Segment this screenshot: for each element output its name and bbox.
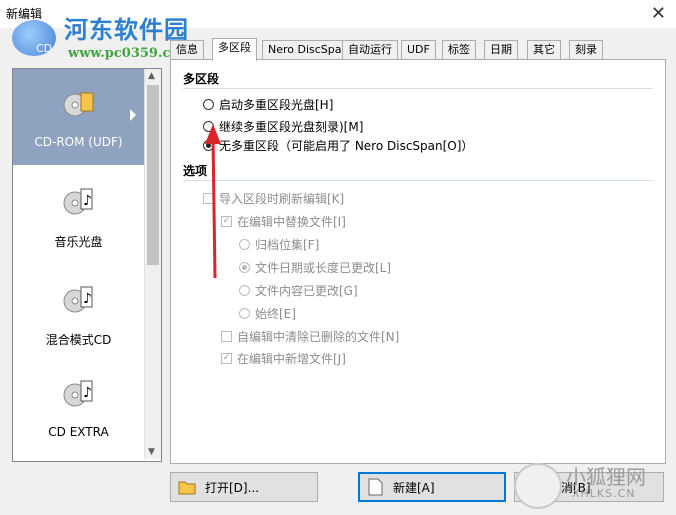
multisession-section-title: 多区段: [183, 72, 220, 86]
open-button[interactable]: 打开[D]...: [170, 472, 318, 502]
radio-archive-bit[interactable]: 归档位集[F]: [239, 236, 319, 253]
list-item-mixed-mode-cd[interactable]: ♪ 混合模式CD: [13, 265, 144, 361]
section-divider: [183, 88, 653, 89]
option-label: 文件日期或长度已更改[L]: [255, 261, 392, 275]
scroll-down-icon[interactable]: ▼: [148, 447, 155, 457]
new-button[interactable]: 新建[A]: [358, 472, 506, 502]
option-label: 无多重区段（可能启用了 Nero DiscSpan[O]）: [219, 139, 474, 153]
option-label: 自编辑中清除已删除的文件[N]: [237, 330, 400, 344]
tab-nero-discspan[interactable]: Nero DiscSpan: [262, 40, 355, 59]
svg-text:♪: ♪: [83, 193, 92, 209]
list-item-cdrom-udf[interactable]: CD-ROM (UDF): [13, 69, 144, 165]
tab-multisession[interactable]: 多区段: [212, 38, 257, 61]
radio-button[interactable]: [239, 262, 250, 273]
radio-content-changed[interactable]: 文件内容已更改[G]: [239, 282, 358, 299]
option-label: 文件内容已更改[G]: [255, 284, 358, 298]
option-label: 继续多重区段光盘刻录)[M]: [219, 120, 364, 134]
new-document-icon: [368, 478, 383, 496]
tab-autorun[interactable]: 自动运行: [342, 40, 398, 59]
option-label: 归档位集[F]: [255, 238, 320, 252]
checkbox-add-new-files[interactable]: ✓ 在编辑中新增文件[J]: [221, 350, 346, 367]
radio-always[interactable]: 始终[E]: [239, 305, 296, 322]
cd-extra-disc-icon: ♪: [63, 380, 93, 407]
fox-logo-icon: [514, 463, 562, 509]
list-item-audio-cd[interactable]: ♪ 音乐光盘: [13, 167, 144, 263]
checkbox-replace-files[interactable]: ✓ 在编辑中替换文件[I]: [221, 213, 346, 230]
list-item-label: 音乐光盘: [54, 235, 103, 249]
cdrom-udf-icon: [63, 92, 94, 117]
list-scrollbar[interactable]: ▲ ▼: [144, 69, 161, 459]
radio-date-or-length-changed[interactable]: 文件日期或长度已更改[L]: [239, 259, 391, 276]
chevron-right-icon: [130, 109, 136, 121]
radio-button[interactable]: [239, 239, 250, 250]
option-label: 启动多重区段光盘[H]: [219, 98, 334, 112]
tab-misc[interactable]: 其它: [527, 40, 561, 59]
list-item-label: CD-ROM (UDF): [34, 135, 123, 149]
watermark-cn: 小狐狸网: [566, 465, 646, 489]
option-label: 在编辑中新增文件[J]: [237, 352, 346, 366]
radio-button[interactable]: [239, 308, 250, 319]
close-icon[interactable]: ✕: [651, 3, 666, 24]
annotation-arrow-icon: [205, 124, 221, 279]
watermark-en: XHLKS.CN: [572, 487, 636, 500]
radio-button[interactable]: [239, 285, 250, 296]
radio-no-multisession[interactable]: 无多重区段（可能启用了 Nero DiscSpan[O]）: [203, 137, 473, 154]
new-button-label: 新建[A]: [393, 480, 435, 495]
multisession-panel: 多区段 启动多重区段光盘[H] 继续多重区段光盘刻录)[M] 无多重区段（可能启…: [170, 59, 666, 464]
checkbox-remove-deleted[interactable]: 自编辑中清除已删除的文件[N]: [221, 328, 399, 345]
tab-burn[interactable]: 刻录: [569, 40, 603, 59]
scrollbar-thumb[interactable]: [147, 85, 159, 265]
option-label: 始终[E]: [255, 307, 296, 321]
watermark-bottom: 小狐狸网 XHLKS.CN: [506, 461, 666, 509]
tab-date[interactable]: 日期: [484, 40, 518, 59]
radio-button[interactable]: [203, 99, 214, 110]
open-button-label: 打开[D]...: [205, 480, 260, 495]
radio-start-multisession[interactable]: 启动多重区段光盘[H]: [203, 96, 333, 113]
folder-open-icon: [178, 481, 196, 495]
svg-text:♪: ♪: [83, 291, 92, 307]
tab-udf[interactable]: UDF: [401, 40, 436, 59]
section-divider: [183, 180, 653, 181]
scroll-up-icon[interactable]: ▲: [148, 71, 155, 81]
watermark-site-url: www.pc0359.cn: [68, 46, 180, 61]
option-label: 导入区段时刷新编辑[K]: [219, 192, 345, 206]
checkbox[interactable]: [221, 331, 232, 342]
list-item-label: CD EXTRA: [48, 425, 109, 439]
checkbox[interactable]: ✓: [221, 353, 232, 364]
svg-text:♪: ♪: [83, 385, 92, 401]
option-label: 在编辑中替换文件[I]: [237, 215, 346, 229]
mixed-mode-disc-icon: ♪: [63, 286, 93, 313]
list-item-label: 混合模式CD: [45, 333, 112, 347]
tab-label[interactable]: 标签: [442, 40, 476, 59]
compilation-type-list[interactable]: CD-ROM (UDF) ♪ 音乐光盘 ♪ 混合模式CD ♪ CD EXTRA …: [12, 68, 162, 462]
list-item-cd-extra[interactable]: ♪ CD EXTRA: [13, 359, 144, 455]
cd-partial-label: CD: [36, 42, 53, 55]
music-disc-icon: ♪: [63, 188, 93, 215]
tab-info[interactable]: 信息: [170, 40, 204, 59]
